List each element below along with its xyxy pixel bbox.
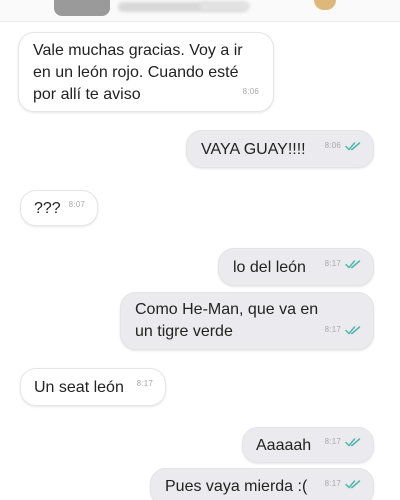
message-time: 8:17 [324,259,341,268]
message-meta: 8:06 [325,135,361,157]
message-text: Vale muchas gracias. Voy a ir en un león… [33,42,243,103]
incoming-message[interactable]: Un seat león 8:17 [20,368,166,406]
read-receipt-icon [345,326,361,335]
read-receipt-icon [345,480,361,489]
message-list: Vale muchas gracias. Voy a ir en un león… [0,22,400,500]
face-emoji-icon [314,0,336,10]
message-meta: 8:17 [325,473,361,495]
read-receipt-icon [345,260,361,269]
read-receipt-icon [345,142,361,151]
message-time: 8:17 [324,479,341,488]
message-meta: 8:17 [325,253,361,275]
message-meta: 8:17 [137,373,153,395]
read-receipt-icon [345,438,361,447]
chat-header [0,0,400,22]
message-meta: 8:17 [325,319,361,341]
message-meta: 8:06 [243,81,259,103]
message-time: 8:07 [68,200,85,209]
message-text: ??? [34,200,61,217]
message-text: Aaaaah [256,437,312,454]
message-time: 8:17 [324,325,341,334]
outgoing-message[interactable]: Como He-Man, que va en un tigre verde 8:… [120,292,374,350]
message-time: 8:17 [136,379,153,388]
incoming-message[interactable]: Vale muchas gracias. Voy a ir en un león… [18,32,274,112]
outgoing-message[interactable]: Aaaaah 8:17 [242,427,374,463]
message-time: 8:17 [324,437,341,446]
message-text: VAYA GUAY!!!! [201,141,306,158]
outgoing-message[interactable]: Pues vaya mierda :( 8:17 [150,468,374,500]
outgoing-message[interactable]: VAYA GUAY!!!! 8:06 [186,130,374,168]
message-meta: 8:17 [325,431,361,453]
incoming-message[interactable]: ??? 8:07 [20,190,98,226]
message-time: 8:06 [242,87,259,96]
contact-status [200,2,250,10]
message-text: Pues vaya mierda :( [165,478,308,495]
contact-avatar-icon[interactable] [54,0,110,16]
message-text: Un seat león [34,379,124,396]
message-meta: 8:07 [69,194,85,216]
message-text: lo del león [233,259,306,276]
message-time: 8:06 [324,141,341,150]
outgoing-message[interactable]: lo del león 8:17 [218,248,374,286]
